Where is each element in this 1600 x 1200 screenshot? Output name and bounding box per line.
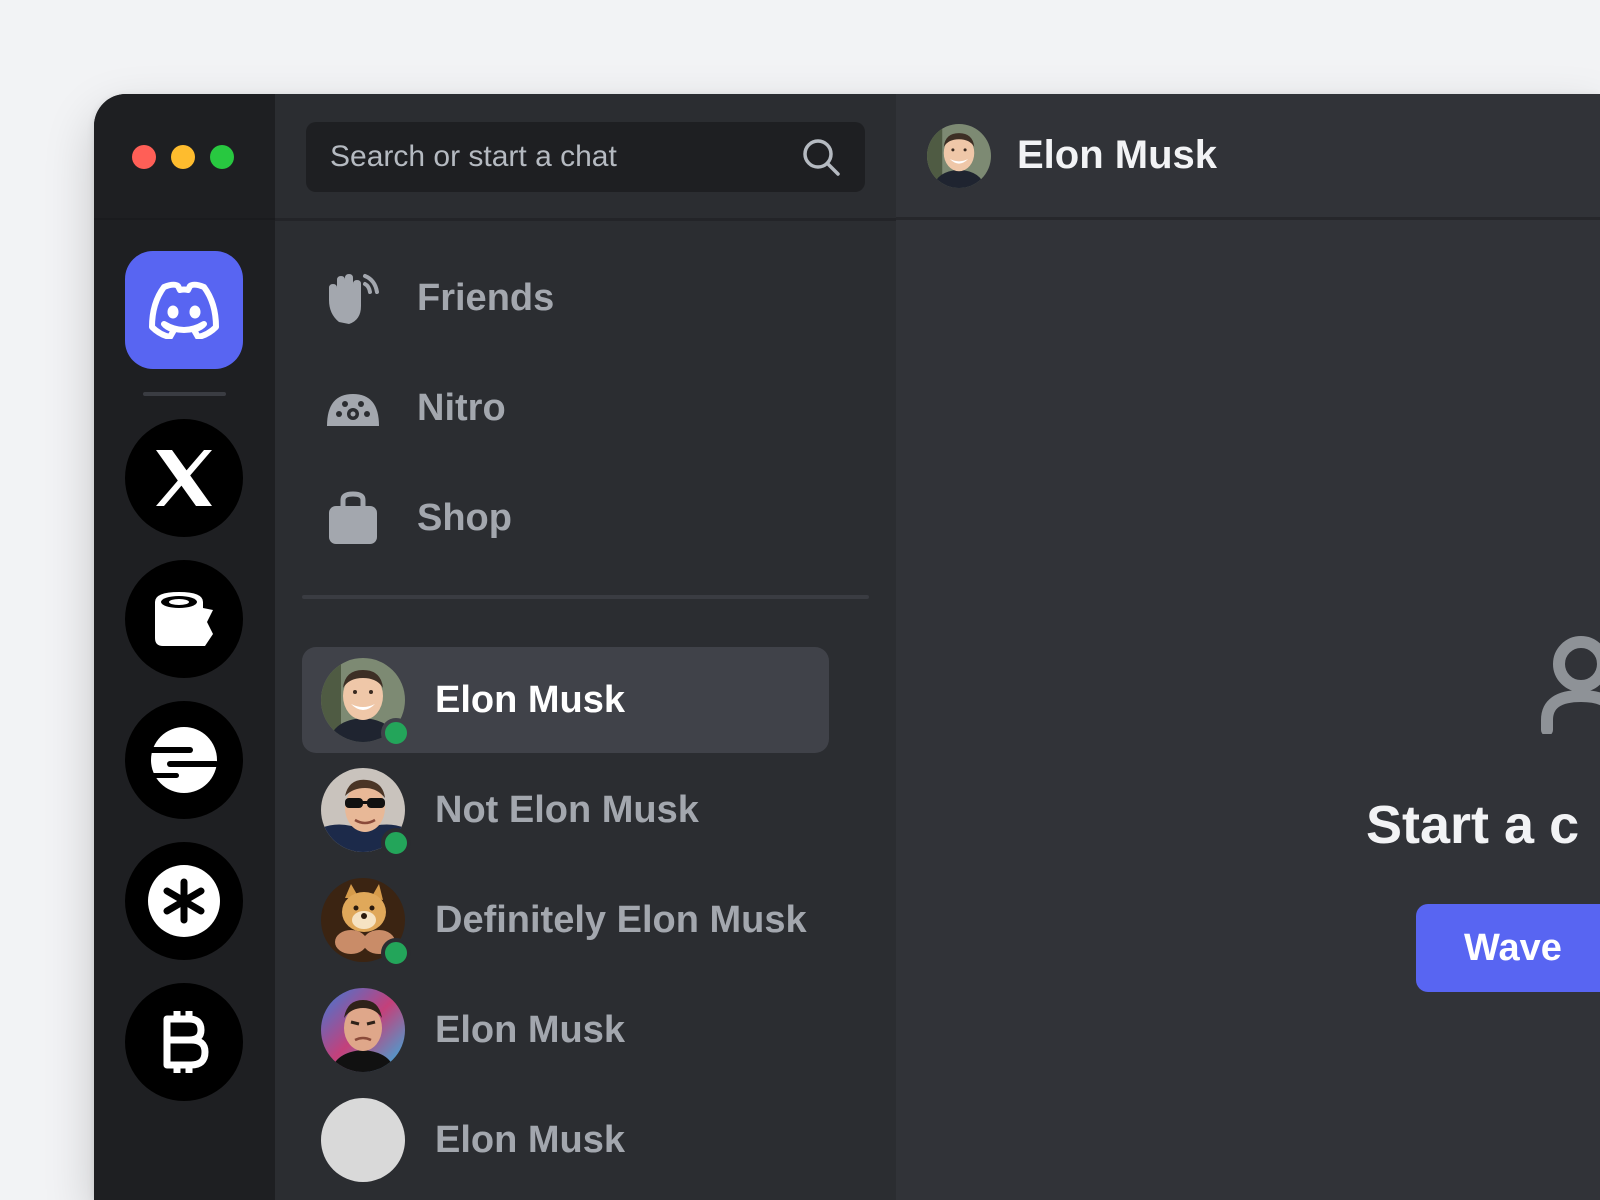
- asterisk-icon: [148, 865, 220, 937]
- discord-icon: [149, 281, 219, 339]
- nav-nitro[interactable]: Nitro: [325, 373, 506, 443]
- avatar: [321, 988, 405, 1072]
- dm-name: Definitely Elon Musk: [435, 898, 807, 941]
- server-tape[interactable]: [125, 560, 243, 678]
- speed-lines-icon: [149, 727, 219, 793]
- server-asterisk[interactable]: [125, 842, 243, 960]
- server-bitcoin[interactable]: [125, 983, 243, 1101]
- chat-header: Elon Musk: [896, 94, 1600, 220]
- rail-header-divider: [94, 218, 275, 220]
- dm-name: Not Elon Musk: [435, 788, 699, 831]
- avatar-placeholder: [321, 1098, 405, 1182]
- sidebar-header-divider: [275, 218, 896, 221]
- tape-roll-icon: [155, 592, 213, 646]
- online-status-badge: [381, 938, 411, 968]
- dm-item[interactable]: Elon Musk: [302, 977, 829, 1083]
- server-rail: [94, 94, 275, 1200]
- dm-item[interactable]: Not Elon Musk: [302, 757, 829, 863]
- shopping-bag-icon: [325, 490, 381, 546]
- wave-button[interactable]: Wave: [1416, 904, 1600, 992]
- nav-shop-label: Shop: [417, 496, 512, 539]
- dm-name: Elon Musk: [435, 1008, 626, 1051]
- nitro-gauge-icon: [325, 380, 381, 436]
- bitcoin-icon: [163, 1011, 209, 1073]
- person-icon: [1541, 636, 1600, 734]
- server-x[interactable]: [125, 419, 243, 537]
- server-home[interactable]: [125, 251, 243, 369]
- nav-shop[interactable]: Shop: [325, 483, 512, 553]
- nav-nitro-label: Nitro: [417, 386, 506, 429]
- window-controls: [132, 145, 234, 169]
- server-speed[interactable]: [125, 701, 243, 819]
- x-logo-icon: [156, 450, 212, 506]
- rail-divider: [143, 392, 226, 396]
- dm-item[interactable]: Elon Musk: [302, 1087, 829, 1193]
- app-window: Search or start a chat Friends Nitro Sho…: [94, 94, 1600, 1200]
- online-status-badge: [381, 718, 411, 748]
- dm-sidebar: Search or start a chat Friends Nitro Sho…: [275, 94, 896, 1200]
- chat-main: Elon Musk Start a c Wave: [896, 94, 1600, 1200]
- nav-friends-label: Friends: [417, 276, 555, 319]
- header-avatar: [927, 123, 991, 188]
- close-window-button[interactable]: [132, 145, 156, 169]
- nav-friends[interactable]: Friends: [325, 263, 554, 333]
- search-input[interactable]: Search or start a chat: [306, 122, 865, 192]
- minimize-window-button[interactable]: [171, 145, 195, 169]
- dm-section-divider: [302, 595, 869, 599]
- dm-item[interactable]: Definitely Elon Musk: [302, 867, 829, 973]
- search-icon: [803, 139, 840, 176]
- search-placeholder: Search or start a chat: [330, 140, 617, 173]
- dm-name: Elon Musk: [435, 1118, 626, 1161]
- dm-item[interactable]: Elon Musk: [302, 647, 829, 753]
- zoom-window-button[interactable]: [210, 145, 234, 169]
- dm-name: Elon Musk: [435, 678, 626, 721]
- chat-title: Elon Musk: [1017, 133, 1218, 177]
- waving-hand-icon: [325, 270, 381, 326]
- online-status-badge: [381, 828, 411, 858]
- empty-state-heading: Start a c: [1366, 795, 1580, 855]
